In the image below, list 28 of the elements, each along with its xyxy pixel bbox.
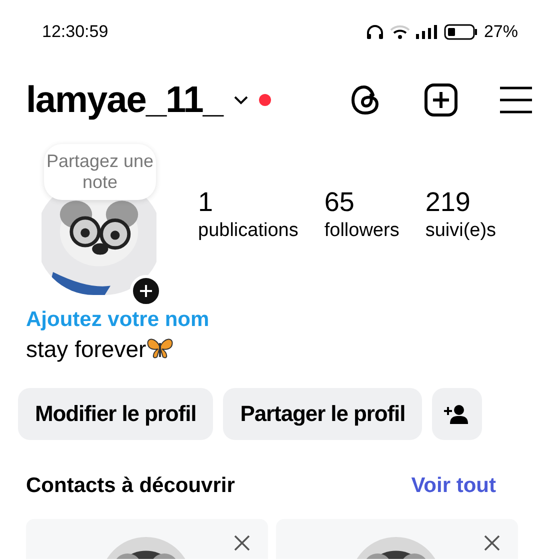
stat-value: 65 bbox=[324, 186, 356, 218]
stat-label: publications bbox=[198, 218, 298, 242]
bio-text: stay forever bbox=[26, 334, 146, 364]
profile-button[interactable]: Partager le profil bbox=[223, 388, 422, 440]
close-icon[interactable] bbox=[234, 535, 250, 551]
menu-icon[interactable] bbox=[500, 86, 532, 114]
plus-icon bbox=[140, 284, 152, 296]
stat-value: 219 bbox=[425, 186, 472, 218]
add-post-icon[interactable] bbox=[424, 82, 458, 117]
signal-icon bbox=[416, 25, 438, 39]
battery-percent: 27% bbox=[484, 21, 518, 44]
status-time: 12:30:59 bbox=[42, 21, 108, 44]
see-all-link[interactable]: Voir tout bbox=[411, 470, 496, 501]
headphones-icon bbox=[366, 24, 384, 40]
butterfly-icon bbox=[146, 336, 174, 360]
stat-label: followers bbox=[324, 218, 400, 242]
profile-button[interactable]: Modifier le profil bbox=[18, 388, 214, 440]
stat-label: suivi(e)s bbox=[425, 218, 496, 242]
chevron-down-icon[interactable] bbox=[232, 94, 249, 105]
username[interactable]: lamyae_11_ bbox=[26, 72, 223, 128]
section-title: Contacts à découvrir bbox=[26, 472, 235, 498]
wifi-icon bbox=[390, 25, 410, 39]
stat-value: 1 bbox=[198, 186, 214, 218]
add-person-icon bbox=[444, 402, 470, 424]
add-person-button[interactable] bbox=[432, 388, 482, 440]
note-bubble[interactable]: Partagez une note bbox=[44, 144, 156, 200]
battery-icon bbox=[444, 24, 478, 40]
close-icon[interactable] bbox=[484, 535, 500, 551]
